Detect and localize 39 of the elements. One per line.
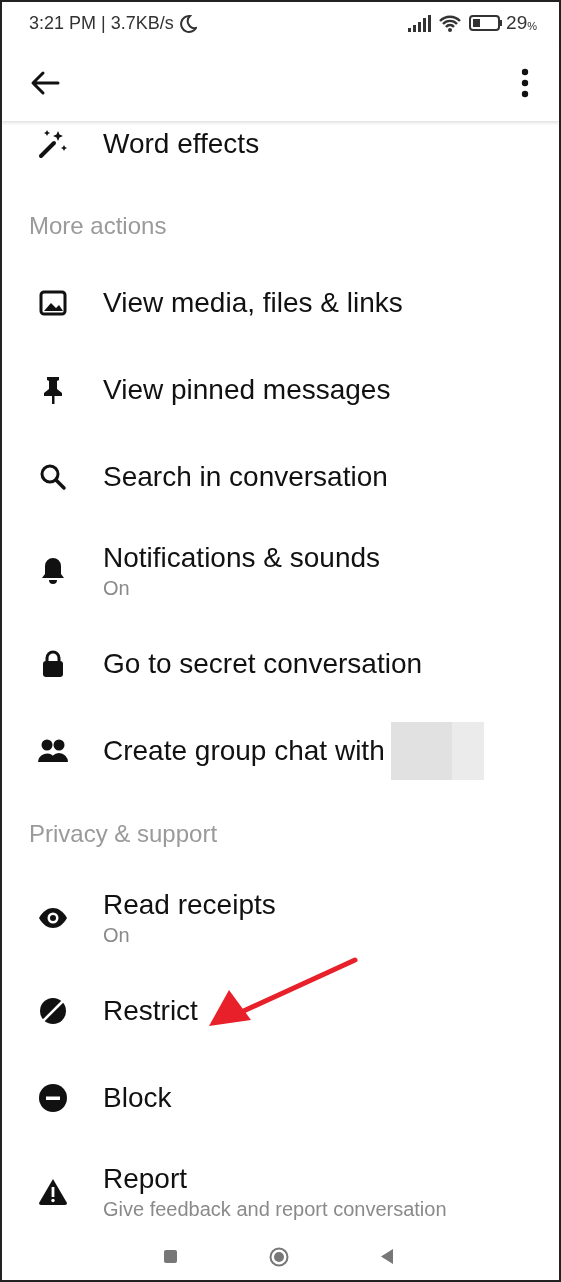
item-title: View pinned messages	[103, 373, 391, 408]
item-title: Search in conversation	[103, 460, 388, 495]
menu-item[interactable]: Read receipts On	[2, 867, 559, 968]
menu-item[interactable]: Create group chat with	[2, 707, 559, 795]
item-title: Block	[103, 1081, 172, 1116]
home-icon[interactable]	[268, 1246, 289, 1267]
item-title: Restrict	[103, 994, 198, 1029]
menu-item[interactable]: Notifications & sounds On	[2, 520, 559, 621]
item-subtitle: On	[103, 922, 131, 948]
signal-icon	[408, 14, 432, 32]
status-time: 3:21 PM | 3.7KB/s	[29, 12, 174, 34]
more-options-button[interactable]	[521, 67, 529, 98]
section-header: Privacy & support	[28, 818, 219, 849]
item-title: Read receipts	[103, 887, 276, 922]
item-title: Word effects	[103, 126, 260, 161]
recents-icon[interactable]	[162, 1249, 178, 1265]
minus-circle-icon	[37, 1082, 69, 1115]
wifi-icon	[439, 14, 462, 33]
battery-icon	[469, 15, 503, 32]
section-header: More actions	[28, 210, 168, 241]
back-nav-icon[interactable]	[379, 1248, 394, 1266]
more-icon	[521, 67, 529, 98]
item-title: Create group chat with	[103, 734, 385, 769]
menu-item[interactable]: Word effects	[2, 120, 559, 167]
menu-item[interactable]: Search in conversation	[2, 433, 559, 521]
menu-item[interactable]: Block	[2, 1054, 559, 1142]
item-title: Notifications & sounds	[103, 540, 381, 575]
item-title: View media, files & links	[103, 286, 403, 321]
menu-item[interactable]: Report Give feedback and report conversation	[2, 1141, 559, 1242]
menu-item[interactable]: Restrict	[2, 967, 559, 1055]
battery-percent: 29	[506, 12, 528, 35]
item-subtitle: On	[103, 575, 131, 601]
menu-item[interactable]: View media, files & links	[2, 259, 559, 347]
item-title: Go to secret conversation	[103, 647, 423, 682]
menu-item[interactable]: View pinned messages	[2, 346, 559, 434]
menu-item[interactable]: Go to secret conversation	[2, 620, 559, 708]
percent-sign: %	[527, 19, 537, 32]
item-subtitle: Give feedback and report conversation	[103, 1196, 447, 1222]
item-title: Report	[103, 1161, 188, 1196]
